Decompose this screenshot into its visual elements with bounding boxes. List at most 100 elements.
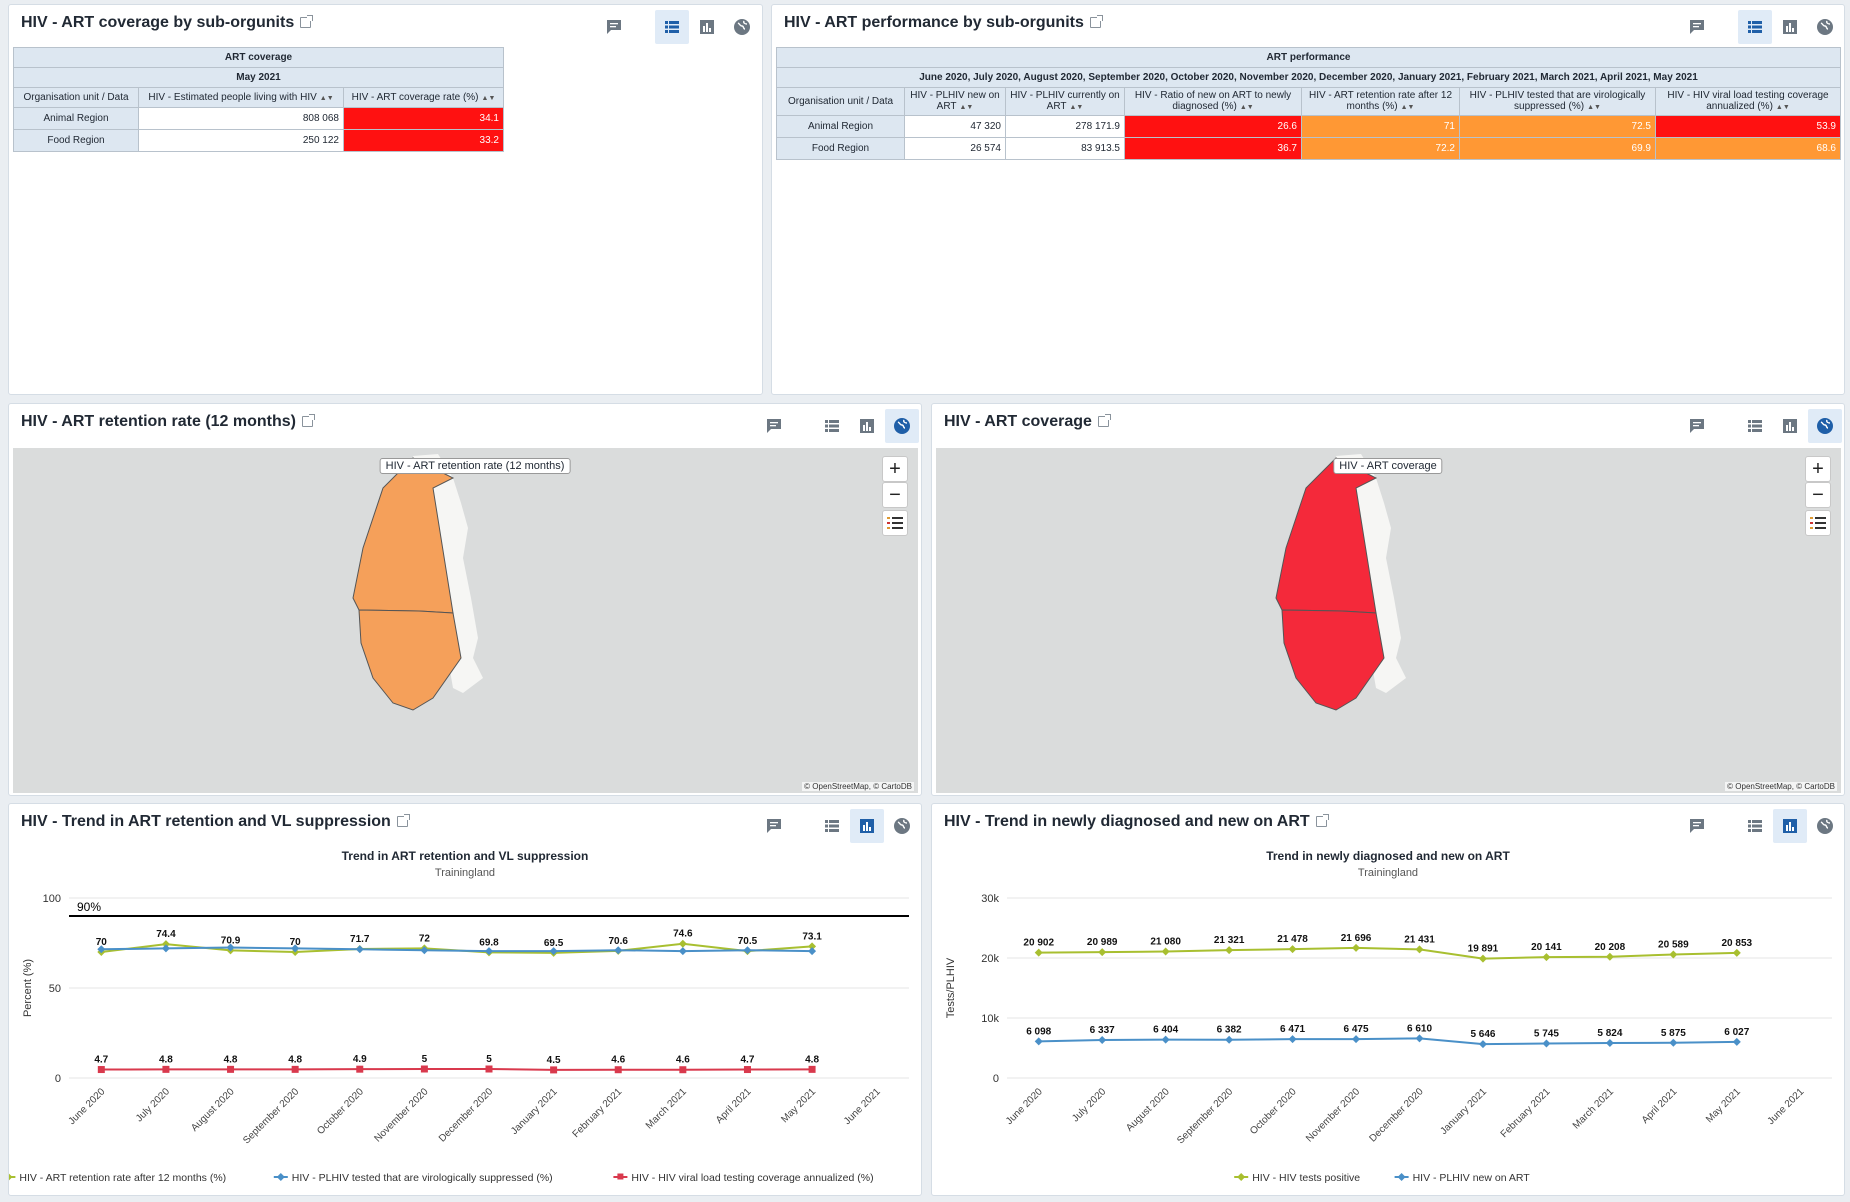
interpretations-button[interactable]	[597, 10, 631, 44]
table-cell[interactable]: 83 913.5	[1005, 137, 1125, 160]
zoom-in-button[interactable]: +	[1805, 456, 1831, 482]
column-header[interactable]: HIV - ART retention rate after 12 months…	[1301, 87, 1460, 116]
map-attribution[interactable]: © OpenStreetMap, © CartoDB	[802, 782, 914, 791]
card-title-text[interactable]: HIV - Trend in newly diagnosed and new o…	[944, 813, 1310, 830]
chart-view-button[interactable]	[1773, 10, 1807, 44]
legend-button[interactable]	[1805, 510, 1831, 536]
table-cell[interactable]: 26.6	[1124, 115, 1302, 138]
table-cell[interactable]: 278 171.9	[1005, 115, 1125, 138]
zoom-out-button[interactable]: −	[1805, 482, 1831, 508]
column-header[interactable]: HIV - PLHIV currently on ART ▲▼	[1005, 87, 1125, 116]
comment-icon	[767, 819, 781, 833]
column-header[interactable]: HIV - PLHIV tested that are virologicall…	[1459, 87, 1656, 116]
interpretations-button[interactable]	[757, 409, 791, 443]
interpretations-button[interactable]	[1680, 809, 1714, 843]
column-header[interactable]: HIV - ART coverage rate (%) ▲▼	[343, 87, 504, 108]
card-title-text[interactable]: HIV - Trend in ART retention and VL supp…	[21, 813, 391, 830]
map-canvas[interactable]: HIV - ART retention rate (12 months) + −…	[13, 448, 918, 793]
table-cell[interactable]: 250 122	[138, 129, 344, 152]
card-title-text[interactable]: HIV - ART coverage by sub-orgunits	[21, 14, 294, 31]
card-title-text[interactable]: HIV - ART performance by sub-orgunits	[784, 14, 1084, 31]
chart-view-button[interactable]	[850, 809, 884, 843]
table-cell[interactable]: 47 320	[904, 115, 1006, 138]
map-canvas[interactable]: HIV - ART coverage + − © OpenStreetMap, …	[936, 448, 1841, 793]
table-cell[interactable]: 53.9	[1655, 115, 1841, 138]
card-title[interactable]: HIV - ART coverage by sub-orgunits	[21, 14, 314, 32]
table-view-button[interactable]	[815, 409, 849, 443]
map-view-button[interactable]	[885, 809, 919, 843]
data-label: 6 610	[1407, 1023, 1432, 1034]
sort-icon[interactable]: ▲▼	[959, 104, 973, 111]
data-label: 69.8	[479, 937, 499, 948]
map-view-button[interactable]	[885, 409, 919, 443]
column-header[interactable]: HIV - Ratio of new on ART to newly diagn…	[1124, 87, 1302, 116]
map-view-button[interactable]	[1808, 809, 1842, 843]
sort-icon[interactable]: ▲▼	[1240, 104, 1254, 111]
column-header[interactable]: HIV - Estimated people living with HIV ▲▼	[138, 87, 344, 108]
map-view-button[interactable]	[1808, 10, 1842, 44]
row-label[interactable]: Animal Region	[776, 115, 905, 138]
sort-icon[interactable]: ▲▼	[1401, 104, 1415, 111]
column-header-org[interactable]: Organisation unit / Data	[776, 87, 905, 116]
card-title[interactable]: HIV - ART retention rate (12 months)	[21, 413, 315, 431]
table-cell[interactable]: 72.2	[1301, 137, 1460, 160]
table-view-button[interactable]	[1738, 409, 1772, 443]
external-link-icon[interactable]	[301, 414, 315, 427]
table-cell[interactable]: 72.5	[1459, 115, 1656, 138]
column-header[interactable]: HIV - HIV viral load testing coverage an…	[1655, 87, 1841, 116]
region-animal[interactable]	[1275, 457, 1378, 614]
card-title[interactable]: HIV - ART performance by sub-orgunits	[784, 14, 1103, 32]
external-link-icon[interactable]	[300, 15, 314, 28]
row-label[interactable]: Animal Region	[13, 107, 139, 130]
table-view-button[interactable]	[815, 809, 849, 843]
sort-icon[interactable]: ▲▼	[1069, 104, 1083, 111]
external-link-icon[interactable]	[1097, 414, 1111, 427]
map-attribution[interactable]: © OpenStreetMap, © CartoDB	[1725, 782, 1837, 791]
column-header-org[interactable]: Organisation unit / Data	[13, 87, 139, 108]
zoom-in-button[interactable]: +	[882, 456, 908, 482]
external-link-icon[interactable]	[1089, 15, 1103, 28]
table-cell[interactable]: 33.2	[343, 129, 504, 152]
card-title[interactable]: HIV - Trend in newly diagnosed and new o…	[944, 813, 1329, 831]
table-cell[interactable]: 808 068	[138, 107, 344, 130]
data-point	[1352, 1035, 1361, 1044]
sort-icon[interactable]: ▲▼	[320, 95, 334, 102]
table-cell[interactable]: 69.9	[1459, 137, 1656, 160]
sort-icon[interactable]: ▲▼	[482, 95, 496, 102]
interpretations-button[interactable]	[757, 809, 791, 843]
interpretations-button[interactable]	[1680, 409, 1714, 443]
chart-view-button[interactable]	[1773, 809, 1807, 843]
legend-button[interactable]	[882, 510, 908, 536]
zoom-out-button[interactable]: −	[882, 482, 908, 508]
region-animal[interactable]	[352, 457, 455, 614]
card-title[interactable]: HIV - Trend in ART retention and VL supp…	[21, 813, 410, 831]
column-header[interactable]: HIV - PLHIV new on ART ▲▼	[904, 87, 1006, 116]
interpretations-button[interactable]	[1680, 10, 1714, 44]
region-food[interactable]	[1281, 609, 1385, 711]
table-cell[interactable]: 68.6	[1655, 137, 1841, 160]
map-view-button[interactable]	[725, 10, 759, 44]
row-label[interactable]: Food Region	[13, 129, 139, 152]
table-view-button[interactable]	[1738, 809, 1772, 843]
external-link-icon[interactable]	[1315, 814, 1329, 827]
table-cell[interactable]: 36.7	[1124, 137, 1302, 160]
map-view-button[interactable]	[1808, 409, 1842, 443]
table-view-button[interactable]	[1738, 10, 1772, 44]
sort-icon[interactable]: ▲▼	[1776, 104, 1790, 111]
card-title-text[interactable]: HIV - ART coverage	[944, 413, 1092, 430]
table-cell[interactable]: 26 574	[904, 137, 1006, 160]
chart-view-button[interactable]	[1773, 409, 1807, 443]
external-link-icon[interactable]	[396, 814, 410, 827]
card-title-text[interactable]: HIV - ART retention rate (12 months)	[21, 413, 296, 430]
table-cell[interactable]: 34.1	[343, 107, 504, 130]
chart-view-button[interactable]	[850, 409, 884, 443]
table-cell[interactable]: 71	[1301, 115, 1460, 138]
row-label[interactable]: Food Region	[776, 137, 905, 160]
card-title[interactable]: HIV - ART coverage	[944, 413, 1111, 431]
column-header-label: HIV - Estimated people living with HIV	[148, 91, 317, 103]
y-axis-label: Percent (%)	[22, 959, 34, 1017]
table-view-button[interactable]	[655, 10, 689, 44]
chart-view-button[interactable]	[690, 10, 724, 44]
region-food[interactable]	[358, 609, 462, 711]
sort-icon[interactable]: ▲▼	[1587, 104, 1601, 111]
